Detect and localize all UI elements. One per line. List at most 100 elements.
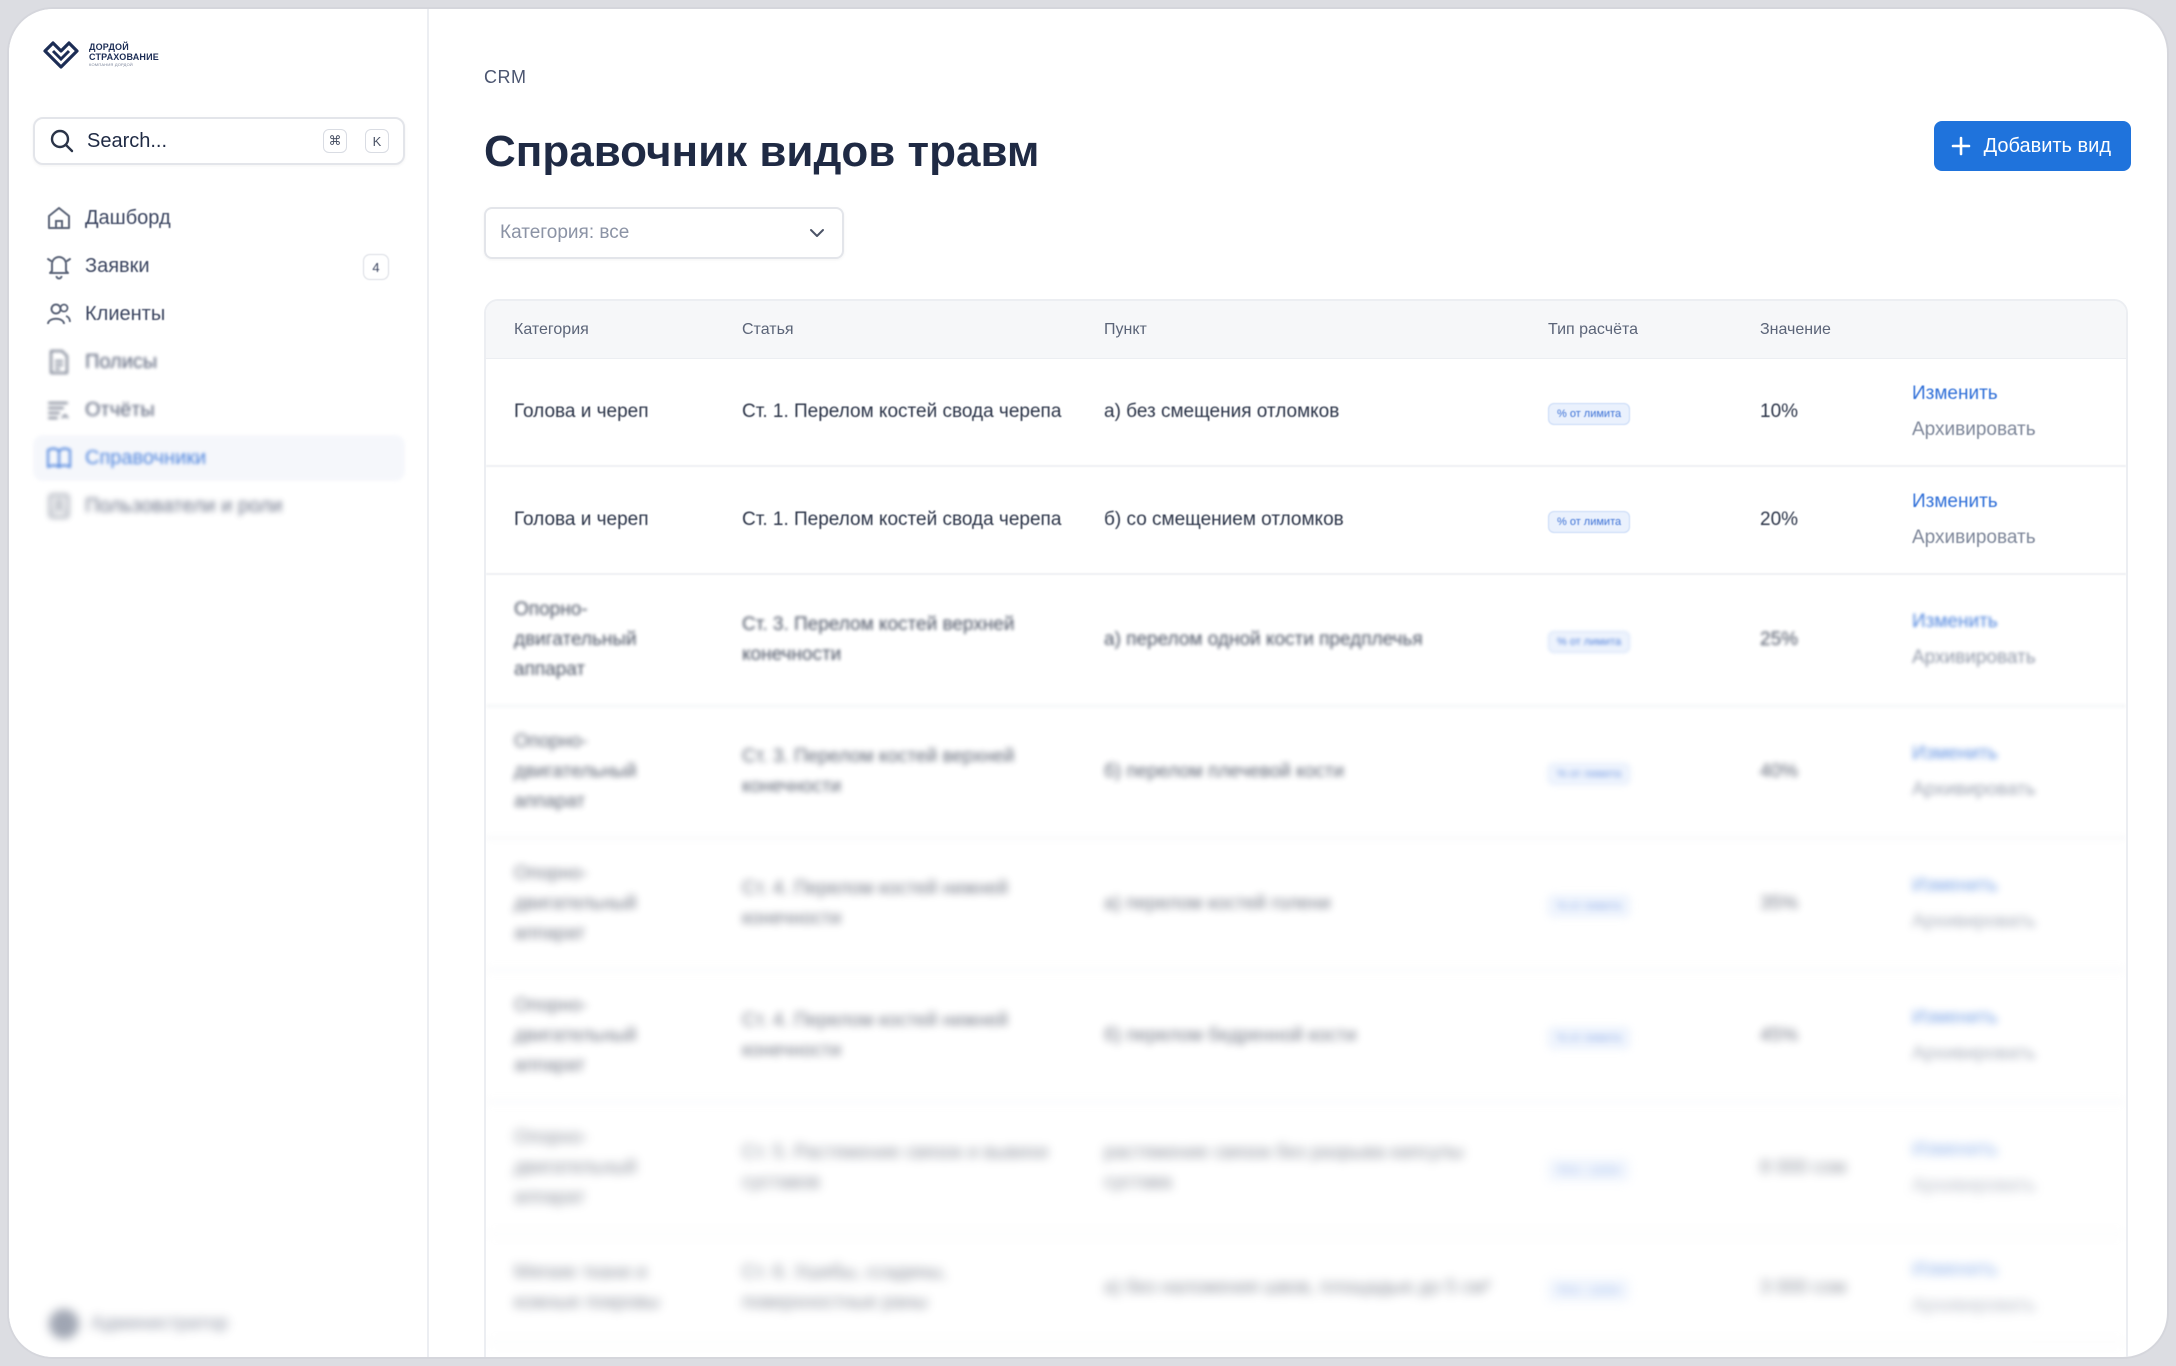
calc-type-badge: Фикс. сумма — [1548, 1279, 1630, 1301]
users-icon — [47, 303, 71, 325]
cell-category: Опорно-двигательный аппарат — [514, 1127, 637, 1208]
cell-calc-type: % от лимита — [1548, 889, 1728, 919]
cell-value: 25% — [1760, 629, 1799, 650]
sidebar-item-label: Пользователи и роли — [85, 494, 283, 517]
calc-type-badge: % от лимита — [1548, 403, 1631, 425]
page-title: Справочник видов травм — [484, 127, 1040, 176]
table-row: Опорно-двигательный аппарат Ст. 3. Перел… — [486, 707, 2126, 839]
edit-link[interactable]: Изменить — [1912, 484, 2092, 520]
edit-link[interactable]: Изменить — [1912, 1132, 2092, 1168]
cell-calc-type: % от лимита — [1548, 1021, 1728, 1051]
archive-link[interactable]: Архивировать — [1912, 1288, 2092, 1324]
cell-value: 8 000 сом — [1760, 1157, 1847, 1178]
cell-value: 45% — [1760, 1025, 1799, 1046]
brand-logo[interactable]: ДОРДОЙ СТРАХОВАНИЕ КОМПАНИЯ ДОРДОЙ — [41, 39, 159, 71]
book-icon — [47, 447, 71, 468]
breadcrumb[interactable]: CRM — [484, 67, 527, 88]
sidebar-item-requests[interactable]: Заявки 4 — [33, 243, 405, 289]
cell-actions: Изменить Архивировать — [1912, 868, 2092, 940]
table-row: Опорно-двигательный аппарат Ст. 4. Перел… — [486, 839, 2126, 971]
archive-link[interactable]: Архивировать — [1912, 1036, 2092, 1072]
cell-article: Ст. 3. Перелом костей верхней конечности — [742, 746, 1015, 797]
add-type-button-label: Добавить вид — [1983, 134, 2111, 157]
cell-value: 35% — [1760, 893, 1799, 914]
cell-value: 10% — [1760, 401, 1799, 422]
column-header-article[interactable]: Статья — [742, 321, 1072, 339]
cell-actions: Изменить Архивировать — [1912, 1132, 2092, 1204]
edit-link[interactable]: Изменить — [1912, 868, 2092, 904]
calc-type-badge: Фикс. сумма — [1548, 1159, 1630, 1181]
cell-value: 20% — [1760, 509, 1799, 530]
edit-link[interactable]: Изменить — [1912, 1252, 2092, 1288]
edit-link[interactable]: Изменить — [1912, 376, 2092, 412]
cell-category: Опорно-двигательный аппарат — [514, 731, 637, 812]
cell-actions: Изменить Архивировать — [1912, 604, 2092, 676]
column-header-value[interactable]: Значение — [1760, 321, 1900, 339]
edit-link[interactable]: Изменить — [1912, 736, 2092, 772]
sidebar-item-label: Клиенты — [85, 302, 166, 325]
cell-actions: Изменить Архивировать — [1912, 736, 2092, 808]
search-placeholder: Search... — [87, 129, 168, 152]
edit-link[interactable]: Изменить — [1912, 604, 2092, 640]
cell-calc-type: Фикс. сумма — [1548, 1273, 1728, 1303]
cell-category: Голова и череп — [514, 401, 649, 422]
sidebar-item-users-roles[interactable]: Пользователи и роли — [33, 483, 405, 529]
cell-item: а) без наложения швов, площадью до 5 см² — [1104, 1277, 1491, 1298]
logo-icon — [43, 41, 79, 69]
plus-icon — [1951, 136, 1970, 156]
cell-article: Ст. 4. Перелом костей нижней конечности — [742, 878, 1008, 929]
column-header-calc-type[interactable]: Тип расчёта — [1548, 321, 1728, 339]
cell-article: Ст. 1. Перелом костей свода черепа — [742, 401, 1062, 422]
archive-link[interactable]: Архивировать — [1912, 412, 2092, 448]
search-input[interactable]: Search... ⌘ K — [33, 117, 405, 165]
bell-icon — [47, 256, 71, 280]
calc-type-badge: % от лимита — [1548, 631, 1631, 653]
archive-link[interactable]: Архивировать — [1912, 772, 2092, 808]
requests-count-badge: 4 — [363, 254, 389, 280]
cell-calc-type: Фикс. сумма — [1548, 1153, 1728, 1183]
cell-calc-type: % от лимита — [1548, 625, 1728, 655]
cell-item: а) перелом одной кости предплечья — [1104, 629, 1423, 650]
sidebar-item-label: Полисы — [85, 350, 158, 373]
table-row: Голова и череп Ст. 1. Перелом костей сво… — [486, 359, 2126, 467]
cell-article: Ст. 5. Растяжение связок и вывихи сустав… — [742, 1142, 1049, 1193]
archive-link[interactable]: Архивировать — [1912, 640, 2092, 676]
sidebar-item-clients[interactable]: Клиенты — [33, 291, 405, 337]
column-header-category[interactable]: Категория — [514, 321, 684, 339]
column-header-item[interactable]: Пункт — [1104, 321, 1524, 339]
cell-item: б) перелом плечевой кости — [1104, 761, 1345, 782]
cell-article: Ст. 3. Перелом костей верхней конечности — [742, 614, 1015, 665]
archive-link[interactable]: Архивировать — [1912, 1168, 2092, 1204]
table-header: Категория Статья Пункт Тип расчёта Значе… — [486, 301, 2126, 359]
calc-type-badge: % от лимита — [1548, 895, 1631, 917]
sidebar-item-policies[interactable]: Полисы — [33, 339, 405, 385]
cell-category: Опорно-двигательный аппарат — [514, 599, 637, 680]
current-user[interactable]: Администратор — [49, 1309, 228, 1339]
edit-link[interactable]: Изменить — [1912, 1000, 2092, 1036]
shortcut-command-key: ⌘ — [323, 129, 347, 153]
sidebar-item-label: Справочники — [85, 446, 207, 469]
calc-type-badge: % от лимита — [1548, 511, 1631, 533]
archive-link[interactable]: Архивировать — [1912, 520, 2092, 556]
sidebar: ДОРДОЙ СТРАХОВАНИЕ КОМПАНИЯ ДОРДОЙ Searc… — [9, 9, 429, 1357]
sidebar-nav: Дашборд Заявки 4 Клиенты Полисы Отчёты С… — [33, 195, 405, 531]
document-icon — [50, 350, 68, 374]
sidebar-item-reports[interactable]: Отчёты — [33, 387, 405, 433]
sidebar-item-dashboard[interactable]: Дашборд — [33, 195, 405, 241]
sidebar-item-dictionaries[interactable]: Справочники — [33, 435, 405, 481]
cell-actions: Изменить Архивировать — [1912, 1252, 2092, 1324]
archive-link[interactable]: Архивировать — [1912, 904, 2092, 940]
sidebar-item-label: Отчёты — [85, 398, 155, 421]
add-type-button[interactable]: Добавить вид — [1933, 121, 2131, 171]
brand-line-1: ДОРДОЙ — [89, 42, 129, 52]
cell-item: а) без смещения отломков — [1104, 401, 1340, 422]
category-filter-select[interactable]: Категория: все — [484, 207, 844, 259]
user-name: Администратор — [91, 1313, 229, 1334]
cell-actions: Изменить Архивировать — [1912, 484, 2092, 556]
cell-actions: Изменить Архивировать — [1912, 376, 2092, 448]
cell-value: 40% — [1760, 761, 1799, 782]
cell-article: Ст. 6. Ушибы, ссадины, поверхностные ран… — [742, 1262, 947, 1313]
main-content: CRM Справочник видов травм Добавить вид … — [429, 9, 2167, 1357]
cell-value: 3 000 сом — [1760, 1277, 1847, 1298]
sidebar-item-label: Заявки — [85, 254, 150, 277]
